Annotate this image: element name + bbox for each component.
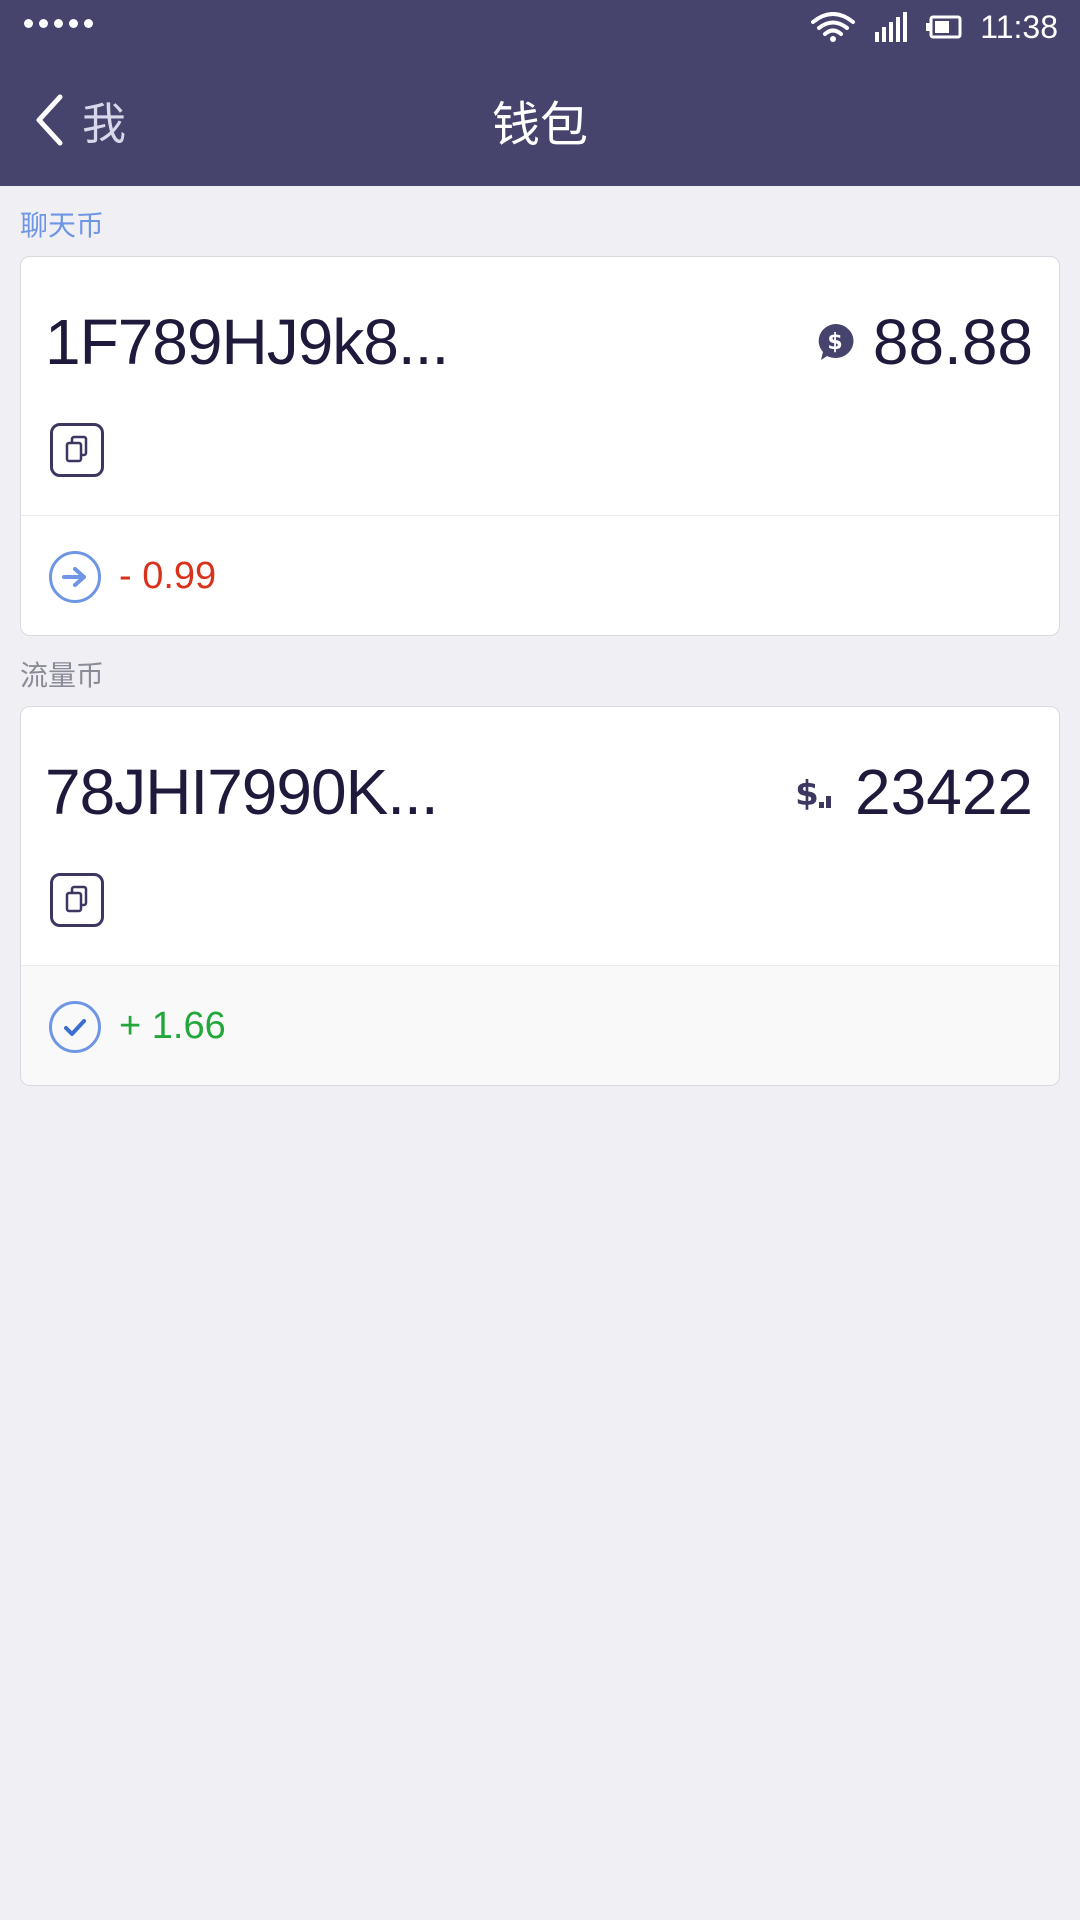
traffic-coin-icon: $ <box>795 774 832 812</box>
pending-transaction-row[interactable]: - 0.99 <box>21 515 1059 635</box>
wallet-card-header: 78JHI7990K... $ 23422 <box>21 707 1059 965</box>
back-button[interactable]: 我 <box>34 88 126 152</box>
wallet-card-header: 1F789HJ9k8... $ 88.88 <box>21 257 1059 515</box>
wifi-icon <box>811 12 856 42</box>
balance-group: $ 23422 <box>795 755 1033 829</box>
copy-address-button[interactable] <box>50 873 104 927</box>
pending-amount: - 0.99 <box>119 555 217 597</box>
back-label: 我 <box>82 99 126 150</box>
copy-address-button[interactable] <box>50 423 104 477</box>
wallet-balance: 23422 <box>855 756 1033 828</box>
status-icons: 11:38 <box>810 8 1058 46</box>
cellular-icon <box>875 12 908 42</box>
signal-dots-icon <box>24 19 93 28</box>
wallet-address: 78JHI7990K... <box>45 756 439 828</box>
check-icon <box>49 1000 101 1053</box>
chevron-left-icon <box>36 94 63 146</box>
section-label-traffic-coin: 流量币 <box>20 659 105 692</box>
section-label-chat-coin: 聊天币 <box>20 209 105 242</box>
wallet-address: 1F789HJ9k8... <box>45 306 449 378</box>
svg-text:$: $ <box>827 330 842 355</box>
balance-group: $ 88.88 <box>815 305 1033 379</box>
pending-transaction-row[interactable]: + 1.66 <box>21 965 1059 1085</box>
wallet-balance: 88.88 <box>872 306 1033 378</box>
wallet-card-traffic-coin[interactable]: 78JHI7990K... $ 23422 + 1.66 <box>20 706 1060 1086</box>
page-title: 钱包 <box>491 97 588 153</box>
battery-icon <box>926 15 962 39</box>
wallet-card-chat-coin[interactable]: 1F789HJ9k8... $ 88.88 - 0.99 <box>20 256 1060 636</box>
status-bar: 11:38 <box>0 0 1080 54</box>
copy-icon <box>65 885 88 913</box>
chat-coin-icon: $ <box>818 323 854 360</box>
status-time: 11:38 <box>980 8 1058 45</box>
arrow-right-icon <box>49 550 101 603</box>
copy-icon <box>65 435 88 463</box>
nav-bar: 钱包 我 <box>0 54 1080 186</box>
svg-text:$: $ <box>795 774 819 812</box>
pending-amount: + 1.66 <box>119 1005 226 1047</box>
